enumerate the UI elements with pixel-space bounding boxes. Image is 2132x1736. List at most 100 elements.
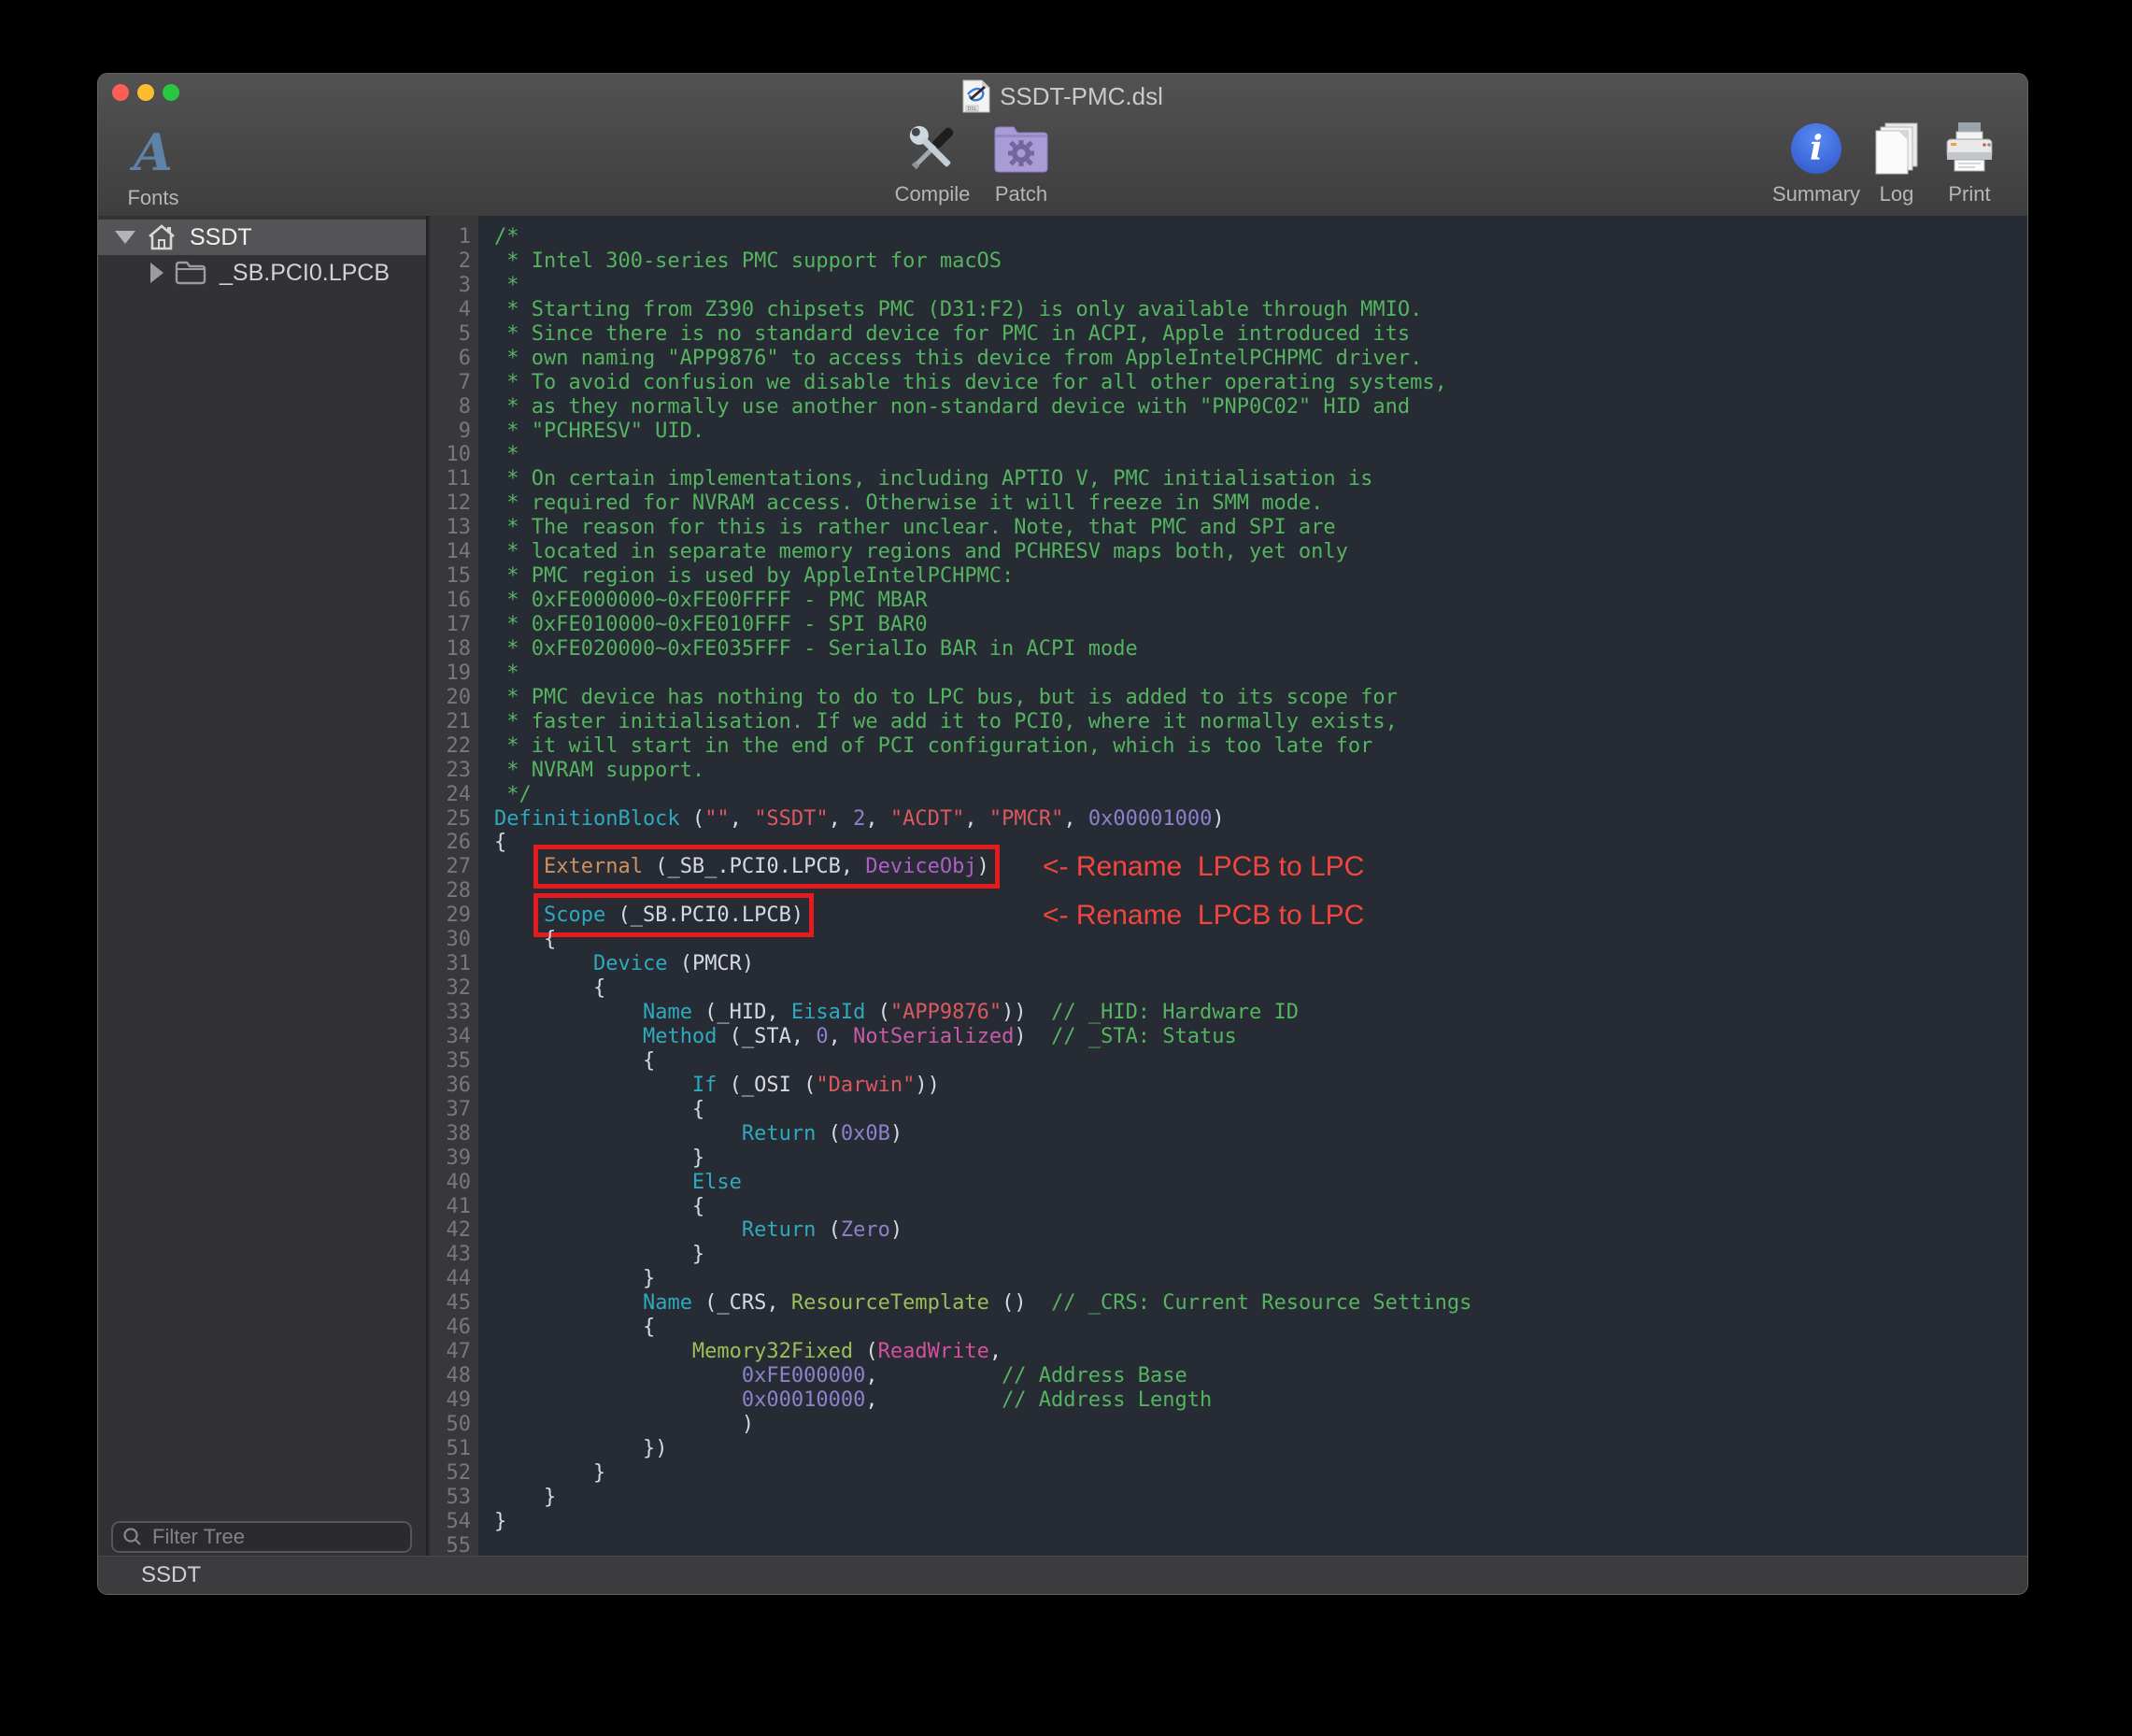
patch-button[interactable]: Patch: [970, 117, 1073, 206]
code-line[interactable]: * own naming "APP9876" to access this de…: [494, 347, 2027, 371]
disclosure-open-icon[interactable]: [115, 231, 135, 244]
code-line[interactable]: {: [494, 1098, 2027, 1122]
line-number: 20: [430, 686, 471, 710]
code-line[interactable]: * 0xFE010000~0xFE010FFF - SPI BAR0: [494, 613, 2027, 637]
code-line[interactable]: }: [494, 1461, 2027, 1486]
code-line[interactable]: 0x00010000, // Address Length: [494, 1388, 2027, 1413]
line-number: 12: [430, 491, 471, 516]
code-line[interactable]: Else: [494, 1171, 2027, 1195]
code-line[interactable]: *: [494, 443, 2027, 467]
screen: DSL SSDT-PMC.dsl A Fonts: [0, 0, 2132, 1736]
code-line[interactable]: {: [494, 928, 2027, 952]
code-line[interactable]: * PMC device has nothing to do to LPC bu…: [494, 686, 2027, 710]
line-number: 55: [430, 1534, 471, 1557]
code-line[interactable]: * 0xFE020000~0xFE035FFF - SerialIo BAR i…: [494, 637, 2027, 662]
code-line[interactable]: * 0xFE000000~0xFE00FFFF - PMC MBAR: [494, 589, 2027, 613]
line-number: 54: [430, 1510, 471, 1534]
code-line[interactable]: * "PCHRESV" UID.: [494, 420, 2027, 444]
fonts-label: Fonts: [102, 186, 205, 210]
code-line[interactable]: }: [494, 1146, 2027, 1171]
path-bar: SSDT: [98, 1556, 2027, 1594]
code-line[interactable]: Memory32Fixed (ReadWrite,: [494, 1340, 2027, 1364]
code-line[interactable]: * PMC region is used by AppleIntelPCHPMC…: [494, 564, 2027, 589]
line-number: 8: [430, 395, 471, 420]
filter-tree-input[interactable]: [150, 1524, 401, 1550]
summary-button[interactable]: i Summary: [1765, 117, 1868, 206]
code-line[interactable]: * The reason for this is rather unclear.…: [494, 516, 2027, 540]
disclosure-closed-icon[interactable]: [150, 263, 163, 283]
code-line[interactable]: * required for NVRAM access. Otherwise i…: [494, 491, 2027, 516]
code-line[interactable]: * Intel 300-series PMC support for macOS: [494, 249, 2027, 274]
print-icon: [1930, 117, 2009, 180]
line-number: 53: [430, 1486, 471, 1510]
code-line[interactable]: {: [494, 1049, 2027, 1074]
code-line[interactable]: Scope (_SB.PCI0.LPCB)<- Rename LPCB to L…: [494, 904, 2027, 928]
code-line[interactable]: * NVRAM support.: [494, 759, 2027, 783]
code-line[interactable]: }: [494, 1243, 2027, 1267]
source-editor: 1234567891011121314151617181920212223242…: [430, 216, 2027, 1557]
line-number: 13: [430, 516, 471, 540]
code-line[interactable]: {: [494, 1316, 2027, 1340]
log-button[interactable]: Log: [1857, 117, 1936, 206]
line-number: 49: [430, 1388, 471, 1413]
line-number: 11: [430, 467, 471, 491]
line-number: 35: [430, 1049, 471, 1074]
code-line[interactable]: Name (_HID, EisaId ("APP9876")) // _HID:…: [494, 1001, 2027, 1025]
code-line[interactable]: * Starting from Z390 chipsets PMC (D31:F…: [494, 298, 2027, 322]
line-number: 24: [430, 783, 471, 807]
line-number: 6: [430, 347, 471, 371]
line-number: 16: [430, 589, 471, 613]
sidebar-item-ssdt[interactable]: SSDT: [98, 220, 426, 255]
summary-icon: i: [1791, 123, 1841, 174]
line-number: 38: [430, 1122, 471, 1146]
code-line[interactable]: }: [494, 1486, 2027, 1510]
code-line[interactable]: If (_OSI ("Darwin")): [494, 1074, 2027, 1098]
path-bar-label: SSDT: [141, 1562, 201, 1588]
line-number: 50: [430, 1413, 471, 1437]
code-line[interactable]: ): [494, 1413, 2027, 1437]
code-line[interactable]: * To avoid confusion we disable this dev…: [494, 371, 2027, 395]
print-button[interactable]: Print: [1930, 117, 2009, 206]
line-number: 4: [430, 298, 471, 322]
code-line[interactable]: /*: [494, 225, 2027, 249]
code-line[interactable]: {: [494, 1195, 2027, 1219]
patch-icon: [970, 117, 1073, 180]
line-number: 19: [430, 662, 471, 686]
code-line[interactable]: * as they normally use another non-stand…: [494, 395, 2027, 420]
code-line[interactable]: }: [494, 1267, 2027, 1291]
code-line[interactable]: * Since there is no standard device for …: [494, 322, 2027, 347]
filter-tree-field[interactable]: [111, 1521, 412, 1553]
code-line[interactable]: External (_SB_.PCI0.LPCB, DeviceObj)<- R…: [494, 855, 2027, 879]
code-line[interactable]: [494, 1534, 2027, 1557]
line-number: 51: [430, 1437, 471, 1461]
code-line[interactable]: }): [494, 1437, 2027, 1461]
code-line[interactable]: 0xFE000000, // Address Base: [494, 1364, 2027, 1388]
code-line[interactable]: Return (Zero): [494, 1218, 2027, 1243]
title-bar[interactable]: DSL SSDT-PMC.dsl A Fonts: [98, 74, 2027, 217]
code-line[interactable]: */: [494, 783, 2027, 807]
code-line[interactable]: Name (_CRS, ResourceTemplate () // _CRS:…: [494, 1291, 2027, 1316]
code-line[interactable]: *: [494, 662, 2027, 686]
code-line[interactable]: * On certain implementations, including …: [494, 467, 2027, 491]
code-line[interactable]: DefinitionBlock ("", "SSDT", 2, "ACDT", …: [494, 807, 2027, 832]
line-number: 33: [430, 1001, 471, 1025]
code-line[interactable]: {: [494, 976, 2027, 1001]
log-label: Log: [1857, 182, 1936, 206]
code-line[interactable]: * faster initialisation. If we add it to…: [494, 710, 2027, 734]
code-lines[interactable]: /* * Intel 300-series PMC support for ma…: [479, 216, 2027, 1557]
code-line[interactable]: }: [494, 1510, 2027, 1534]
compile-button[interactable]: Compile: [881, 117, 984, 206]
code-line[interactable]: *: [494, 274, 2027, 298]
code-line[interactable]: Method (_STA, 0, NotSerialized) // _STA:…: [494, 1025, 2027, 1049]
line-number: 43: [430, 1243, 471, 1267]
rename-annotation: <- Rename LPCB to LPC: [1043, 904, 1364, 928]
line-number: 32: [430, 976, 471, 1001]
line-number: 30: [430, 928, 471, 952]
code-line[interactable]: Device (PMCR): [494, 952, 2027, 976]
code-line[interactable]: * it will start in the end of PCI config…: [494, 734, 2027, 759]
code-line[interactable]: * located in separate memory regions and…: [494, 540, 2027, 564]
sidebar-item-sb-pci0-lpcb[interactable]: _SB.PCI0.LPCB: [98, 255, 426, 291]
code-line[interactable]: Return (0x0B): [494, 1122, 2027, 1146]
sidebar: SSDT _SB.PCI0.LPCB: [98, 216, 428, 1558]
fonts-button[interactable]: A Fonts: [102, 121, 205, 210]
